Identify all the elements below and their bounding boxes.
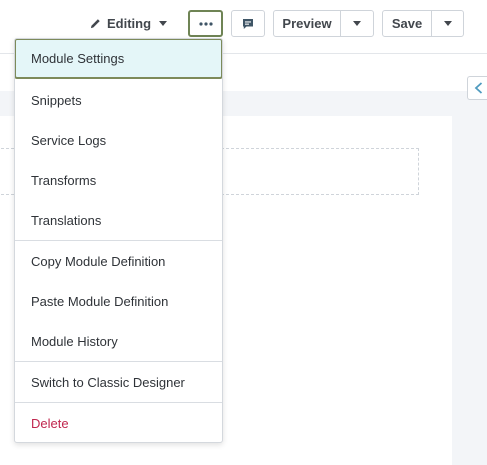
menu-item-label: Module History xyxy=(31,333,118,349)
caret-down-icon xyxy=(443,21,452,26)
menu-item-module-history[interactable]: Module History xyxy=(15,321,222,361)
pencil-icon xyxy=(90,19,100,29)
caret-down-icon xyxy=(353,21,361,26)
comment-icon xyxy=(243,18,253,29)
menu-item-label: Paste Module Definition xyxy=(31,293,169,309)
save-label: Save xyxy=(391,16,423,31)
menu-item-label: Delete xyxy=(31,415,69,431)
menu-item-switch-to-classic-designer[interactable]: Switch to Classic Designer xyxy=(15,362,222,402)
menu-item-snippets[interactable]: Snippets xyxy=(15,80,222,120)
collapse-panel-tab[interactable] xyxy=(467,76,487,100)
editing-label: Editing xyxy=(107,16,152,31)
chevron-left-icon xyxy=(474,82,483,94)
editing-mode-dropdown[interactable]: Editing xyxy=(90,10,168,37)
menu-item-delete[interactable]: Delete xyxy=(15,403,222,442)
menu-item-transforms[interactable]: Transforms xyxy=(15,160,222,200)
more-options-button[interactable] xyxy=(188,10,223,37)
menu-item-service-logs[interactable]: Service Logs xyxy=(15,120,222,160)
comments-button[interactable] xyxy=(231,10,265,37)
save-button[interactable]: Save xyxy=(382,10,432,37)
menu-item-copy-module-definition[interactable]: Copy Module Definition xyxy=(15,241,222,281)
save-options-button[interactable] xyxy=(431,10,464,37)
preview-options-button[interactable] xyxy=(340,10,374,37)
menu-item-label: Snippets xyxy=(31,92,82,108)
ellipsis-icon xyxy=(198,21,213,26)
menu-item-label: Service Logs xyxy=(31,132,107,148)
menu-item-module-settings[interactable]: Module Settings xyxy=(15,39,222,79)
menu-item-label: Copy Module Definition xyxy=(31,253,166,269)
menu-item-label: Switch to Classic Designer xyxy=(31,374,185,390)
more-options-menu: Module Settings Snippets Service Logs Tr… xyxy=(14,38,223,443)
preview-label: Preview xyxy=(282,16,332,31)
menu-item-label: Module Settings xyxy=(31,51,125,66)
menu-item-label: Transforms xyxy=(31,172,97,188)
preview-button[interactable]: Preview xyxy=(273,10,341,37)
caret-down-icon xyxy=(159,21,168,26)
menu-item-translations[interactable]: Translations xyxy=(15,200,222,240)
menu-item-label: Translations xyxy=(31,212,102,228)
menu-item-paste-module-definition[interactable]: Paste Module Definition xyxy=(15,281,222,321)
